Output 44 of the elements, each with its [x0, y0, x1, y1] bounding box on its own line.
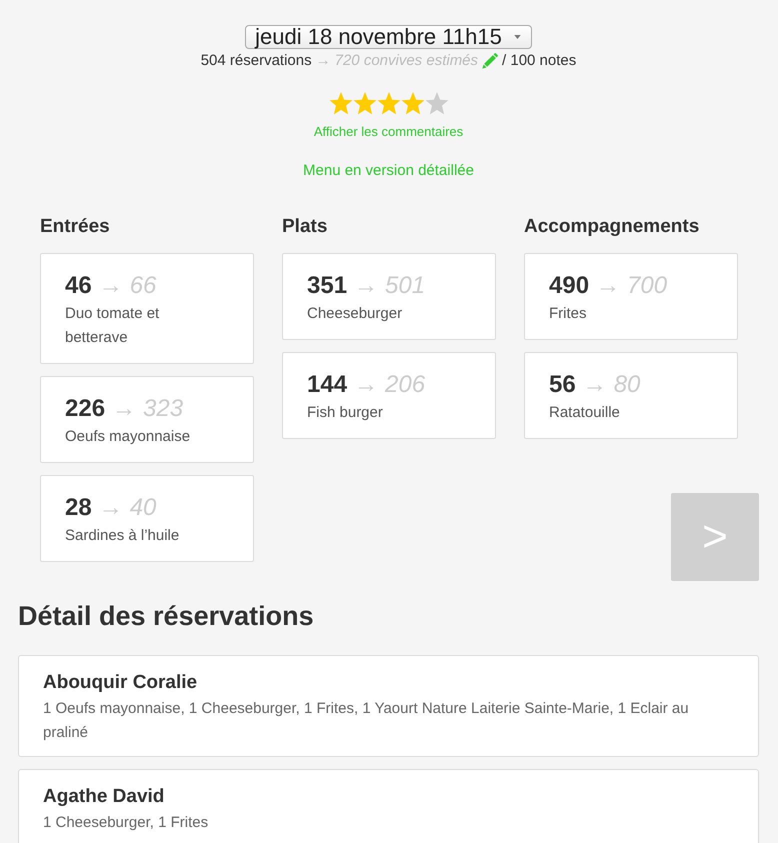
arrow-symbol: → [354, 271, 378, 301]
dish-count: 56 [549, 370, 576, 400]
reservation-count: 504 réservations [200, 52, 312, 70]
estimated-guests: 720 convives estimés [334, 52, 478, 70]
star-icon [376, 92, 400, 115]
category-heading: Plats [282, 215, 328, 239]
arrow-symbol: → [98, 271, 123, 301]
dish-name: Fish burger [307, 403, 384, 423]
dish-name: Frites [549, 304, 588, 324]
section-heading: Détail des réservations [18, 600, 315, 633]
guest-name: Agathe David [43, 785, 166, 809]
notes-count: / 100 notes [502, 52, 576, 70]
detailed-menu-link[interactable]: Menu en version détaillée [303, 162, 474, 180]
order-items: 1 Oeufs mayonnaise, 1 Cheeseburger, 1 Frites, 1 Yaourt Nature Laiterie Sainte-Marie, 1 Eclair au praliné [43, 699, 690, 743]
dish-count: 490 [549, 271, 590, 301]
date-select[interactable]: jeudi 18 novembre 11h15 [245, 25, 532, 49]
pencil-icon[interactable] [482, 53, 498, 69]
caret-icon [514, 35, 521, 39]
dish-name: Sardines à l’huile [65, 526, 180, 546]
order-items: 1 Cheeseburger, 1 Frites [43, 813, 210, 833]
arrow-symbol: → [112, 394, 136, 424]
dish-count: 28 [65, 493, 92, 523]
dish-name: Duo tomate et betterave [65, 304, 160, 348]
dish-name: Ratatouille [549, 403, 621, 423]
dish-name: Cheeseburger [307, 304, 404, 324]
arrow-symbol: → [582, 370, 607, 400]
category-heading: Entrées [40, 215, 111, 239]
dish-name: Oeufs mayonnaise [65, 427, 192, 447]
comments-link[interactable]: Afficher les commentaires [314, 124, 464, 140]
dish-count: 226 [65, 394, 106, 424]
star-icon [352, 92, 376, 115]
dish-count: 351 [307, 271, 348, 301]
arrow-symbol: → [354, 370, 378, 400]
arrow-symbol: → [316, 52, 331, 70]
category-heading: Accompagnements [524, 215, 700, 239]
next-button[interactable]: > [671, 493, 759, 581]
star-icon [424, 92, 448, 115]
dish-count: 144 [307, 370, 348, 400]
arrow-symbol: → [98, 493, 123, 523]
dish-count: 46 [65, 271, 92, 301]
arrow-symbol: → [596, 271, 620, 301]
star-icon [328, 92, 352, 115]
star-icon [400, 92, 424, 115]
guest-name: Abouquir Coralie [43, 671, 198, 695]
